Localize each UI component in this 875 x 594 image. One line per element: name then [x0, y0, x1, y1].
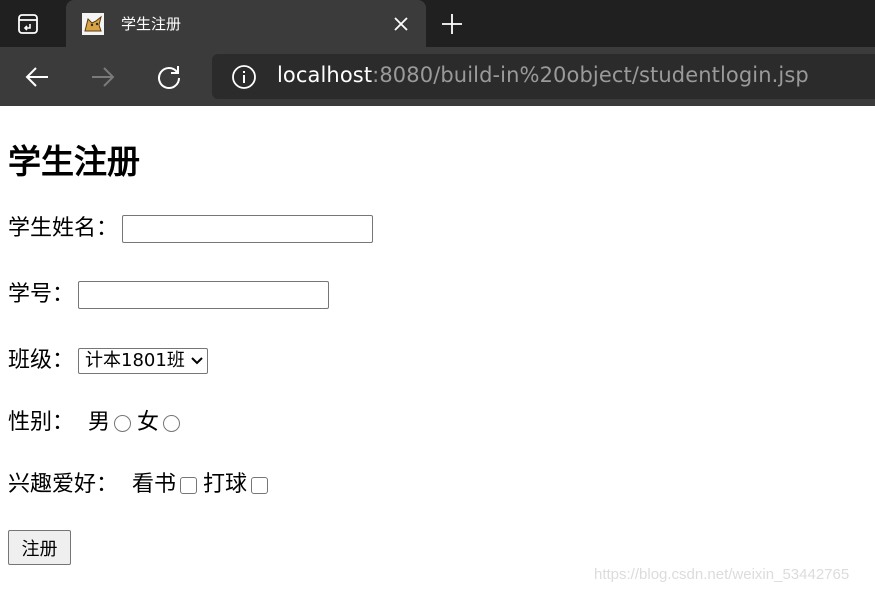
- browser-tab-active[interactable]: 学生注册: [66, 0, 426, 47]
- class-label: 班级：: [8, 348, 75, 373]
- hobby-ball-label: 打球: [203, 472, 248, 497]
- url-path: :8080/build-in%20object/studentlogin.jsp: [372, 63, 809, 87]
- class-select[interactable]: 计本1801班: [78, 348, 208, 374]
- arrow-right-icon[interactable]: [89, 63, 117, 91]
- name-label: 学生姓名：: [8, 216, 119, 241]
- tab-actions-icon[interactable]: [16, 12, 40, 36]
- student-name-input[interactable]: [122, 215, 374, 243]
- gender-label: 性别：: [8, 410, 75, 435]
- gender-male-radio[interactable]: [114, 414, 132, 432]
- register-button[interactable]: 注册: [8, 530, 71, 565]
- gender-male-label: 男: [88, 410, 111, 435]
- gender-row: 性别： 男 女: [8, 408, 186, 438]
- browser-nav-bar: localhost:8080/build-in%20object/student…: [0, 47, 875, 106]
- plus-icon[interactable]: [440, 12, 464, 36]
- id-row: 学号：: [8, 280, 330, 310]
- info-icon[interactable]: [231, 64, 257, 90]
- hobby-reading-checkbox[interactable]: [180, 476, 198, 494]
- name-row: 学生姓名：: [8, 214, 374, 244]
- arrow-left-icon[interactable]: [23, 63, 51, 91]
- hobby-ball-checkbox[interactable]: [251, 476, 269, 494]
- gender-female-label: 女: [137, 410, 160, 435]
- tomcat-icon: [82, 13, 104, 35]
- id-label: 学号：: [8, 282, 75, 307]
- address-bar[interactable]: localhost:8080/build-in%20object/student…: [212, 54, 875, 99]
- page-content: 学生注册 学生姓名： 学号： 班级： 计本1801班 性别： 男 女 兴趣爱好：…: [8, 106, 868, 594]
- hobby-label: 兴趣爱好：: [8, 472, 119, 497]
- url-text[interactable]: localhost:8080/build-in%20object/student…: [277, 63, 809, 87]
- gender-female-radio[interactable]: [163, 414, 181, 432]
- hobby-row: 兴趣爱好： 看书 打球: [8, 470, 274, 500]
- close-icon[interactable]: [390, 13, 412, 35]
- watermark-text: https://blog.csdn.net/weixin_53442765: [594, 566, 850, 583]
- student-id-input[interactable]: [78, 281, 330, 309]
- class-row: 班级： 计本1801班: [8, 346, 208, 376]
- refresh-icon[interactable]: [155, 63, 183, 91]
- chevron-down-icon: [191, 357, 203, 365]
- tab-title: 学生注册: [121, 15, 182, 33]
- url-host: localhost: [277, 63, 373, 87]
- hobby-reading-label: 看书: [132, 472, 177, 497]
- class-selected-value: 计本1801班: [85, 350, 185, 371]
- browser-tab-bar: 学生注册: [0, 0, 875, 47]
- page-title: 学生注册: [8, 142, 140, 181]
